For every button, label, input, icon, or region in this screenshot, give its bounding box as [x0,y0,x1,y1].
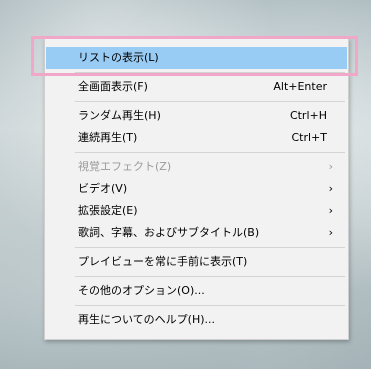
menu-item-label: その他のオプション(O)... [78,284,205,297]
highlight-annotation [31,36,358,76]
menu-item-repeat[interactable]: 連続再生(T) Ctrl+T [46,127,347,149]
menu-item-shortcut: Alt+Enter [273,80,327,93]
menu-separator [75,247,345,248]
menu-item-video[interactable]: ビデオ(V) › [46,178,347,200]
menu-separator [75,305,345,306]
menu-item-label: 再生についてのヘルプ(H)... [78,313,216,326]
menu-item-enhancements[interactable]: 拡張設定(E) › [46,200,347,222]
menu-item-more-options[interactable]: その他のオプション(O)... [46,280,347,302]
menu-item-lyrics-captions[interactable]: 歌詞、字幕、およびサブタイトル(B) › [46,222,347,244]
context-menu: リストの表示(L) 全画面表示(F) Alt+Enter ランダム再生(H) C… [44,38,349,340]
menu-separator [75,276,345,277]
chevron-right-icon: › [328,182,333,195]
menu-item-shortcut: Ctrl+H [289,109,327,122]
menu-item-fullscreen[interactable]: 全画面表示(F) Alt+Enter [46,76,347,98]
chevron-right-icon: › [328,204,333,217]
chevron-right-icon: › [328,160,333,173]
menu-item-label: 全画面表示(F) [78,80,148,93]
menu-item-playback-help[interactable]: 再生についてのヘルプ(H)... [46,309,347,331]
menu-item-shuffle[interactable]: ランダム再生(H) Ctrl+H [46,105,347,127]
menu-item-label: ランダム再生(H) [78,109,161,122]
menu-item-label: 拡張設定(E) [78,204,138,217]
menu-separator [75,101,345,102]
menu-item-label: 視覚エフェクト(Z) [78,160,172,173]
menu-item-shortcut: Ctrl+T [291,131,327,144]
chevron-right-icon: › [328,226,333,239]
menu-item-label: ビデオ(V) [78,182,128,195]
menu-item-label: プレイビューを常に手前に表示(T) [78,255,248,268]
menu-item-always-on-top[interactable]: プレイビューを常に手前に表示(T) [46,251,347,273]
menu-item-visual-effects: 視覚エフェクト(Z) › [46,156,347,178]
menu-separator [75,152,345,153]
menu-item-label: 連続再生(T) [78,131,138,144]
menu-item-label: 歌詞、字幕、およびサブタイトル(B) [78,226,260,239]
